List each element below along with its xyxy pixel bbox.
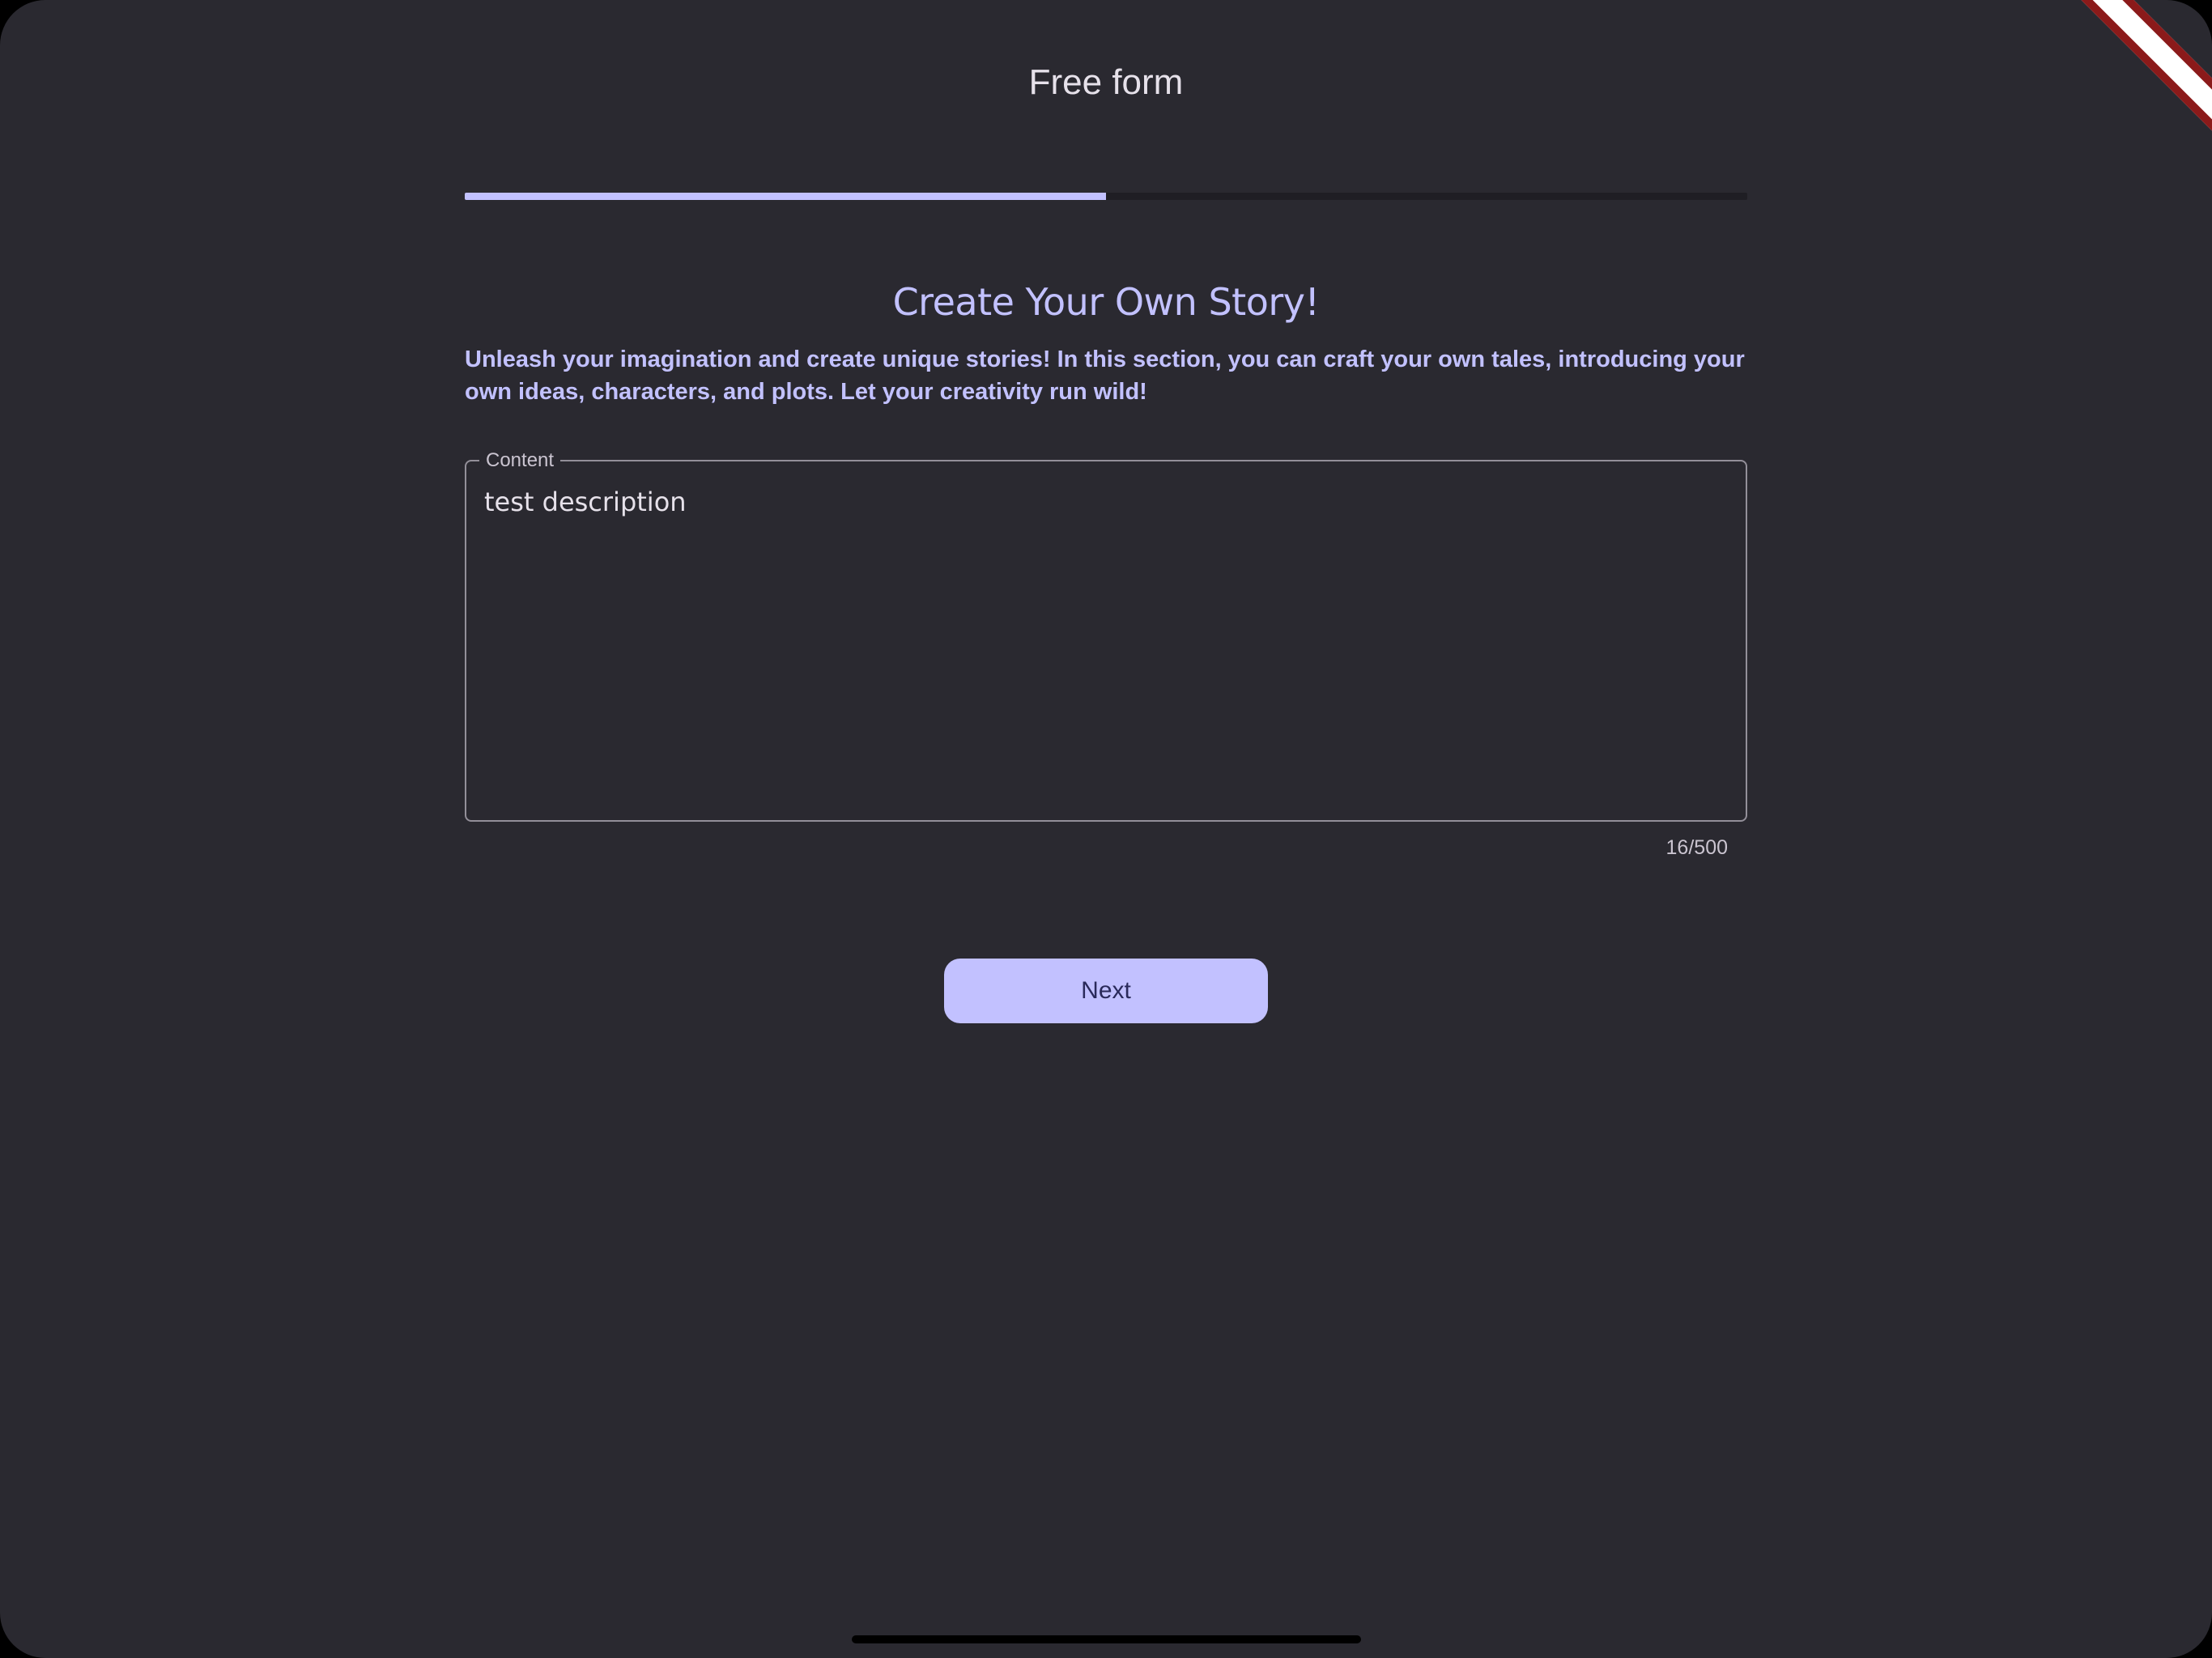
story-description: Unleash your imagination and create uniq… (465, 346, 1745, 405)
page-title: Free form (1028, 62, 1184, 102)
content-field-label: Content (479, 448, 561, 474)
progress-bar-fill (465, 193, 1106, 200)
home-indicator (852, 1635, 1361, 1643)
story-heading: Create Your Own Story! (892, 280, 1320, 324)
next-button[interactable]: Next (944, 959, 1268, 1023)
character-counter: 16/500 (1665, 836, 1728, 859)
progress-bar (465, 193, 1747, 200)
content-field[interactable]: Content (465, 448, 1747, 822)
content-input[interactable] (484, 484, 1723, 800)
app-screen: Free form Create Your Own Story! Unleash… (0, 0, 2212, 1658)
